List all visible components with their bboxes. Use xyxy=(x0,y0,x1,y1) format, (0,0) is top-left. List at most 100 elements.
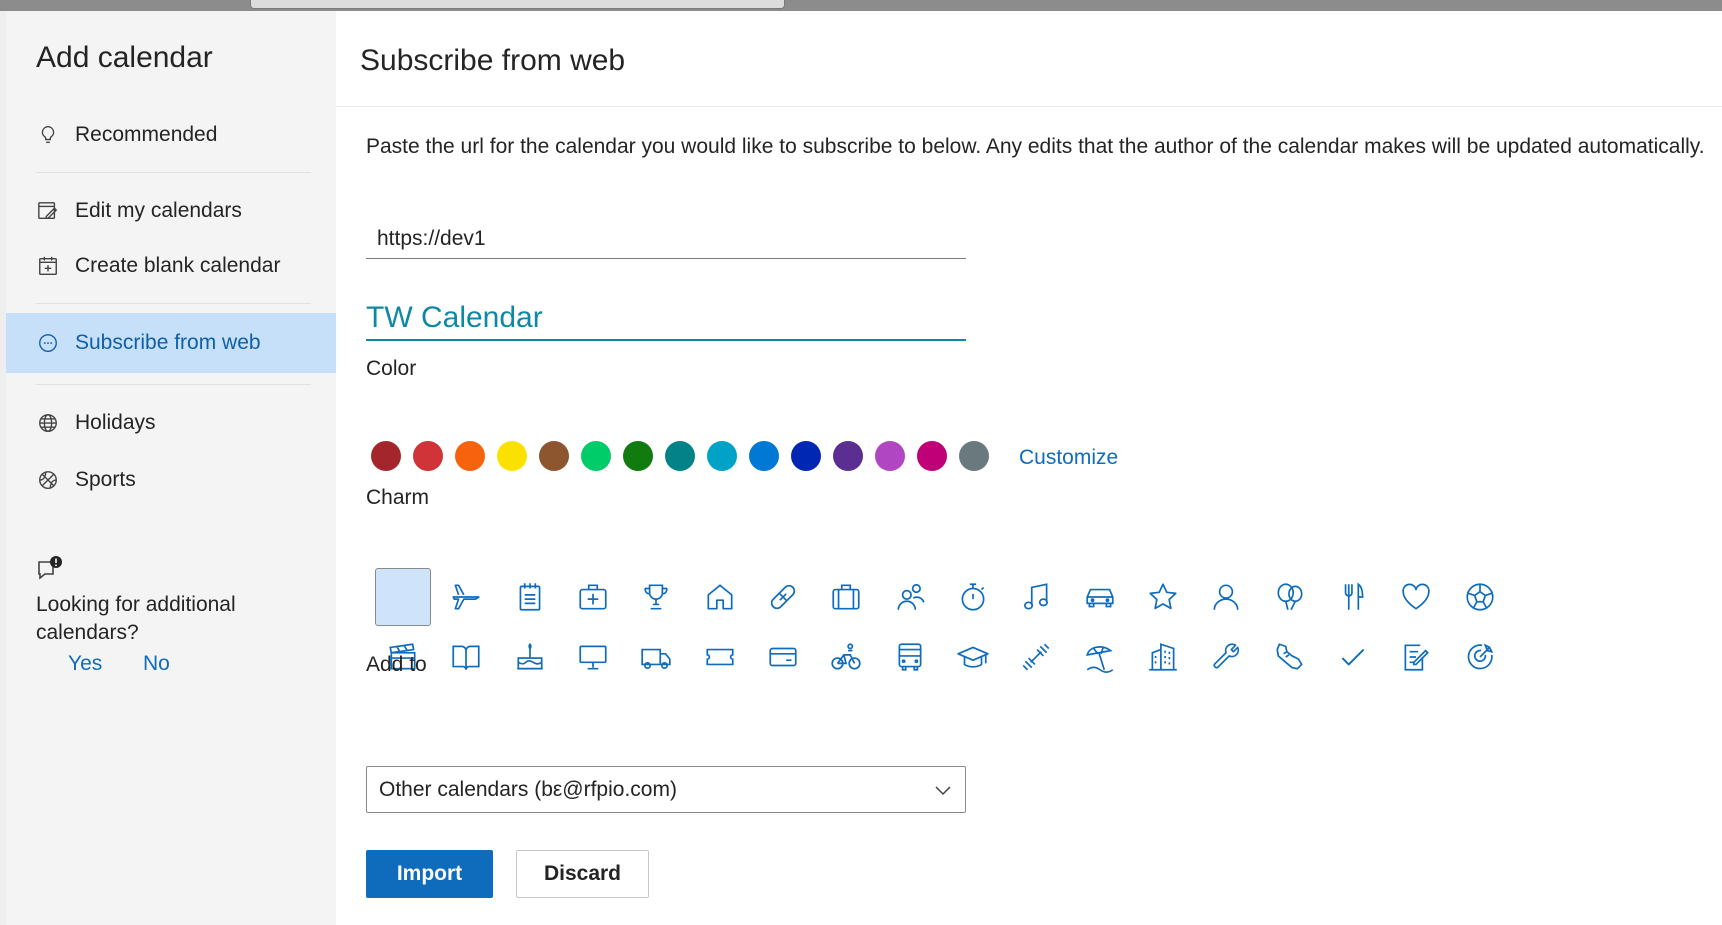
customize-color-link[interactable]: Customize xyxy=(1019,446,1118,470)
color-swatch[interactable] xyxy=(497,441,527,471)
sidebar-item-holidays[interactable]: Holidays xyxy=(6,394,336,452)
charm-music-note[interactable] xyxy=(1008,568,1064,626)
people-icon xyxy=(897,583,925,610)
sidebar-item-label: Edit my calendars xyxy=(75,199,242,222)
charm-airplane[interactable] xyxy=(438,568,494,626)
charm-checkmark[interactable] xyxy=(1325,628,1381,686)
charm-bus[interactable] xyxy=(882,628,938,686)
charm-stopwatch[interactable] xyxy=(945,568,1001,626)
truck-icon xyxy=(641,648,672,670)
charm-note-edit[interactable] xyxy=(1388,628,1444,686)
note-edit-icon xyxy=(1404,644,1430,671)
sidebar-item-edit-calendars[interactable]: Edit my calendars xyxy=(6,182,336,240)
charm-notepad[interactable] xyxy=(502,568,558,626)
calendar-name-input[interactable] xyxy=(366,296,966,341)
charm-ticket[interactable] xyxy=(692,628,748,686)
charm-book[interactable] xyxy=(438,628,494,686)
color-label: Color xyxy=(366,357,417,380)
charm-graduation-cap[interactable] xyxy=(945,628,1001,686)
addto-select[interactable]: Other calendars (bε@rfpio.com) xyxy=(366,766,966,813)
balloon-icon xyxy=(1277,583,1303,611)
target-icon xyxy=(1467,643,1494,670)
chevron-down-icon xyxy=(935,786,951,796)
charm-dumbbell[interactable] xyxy=(1008,628,1064,686)
notepad-icon xyxy=(519,583,541,611)
charm-medical-kit[interactable] xyxy=(565,568,621,626)
sidebar: Add calendar Recommended Edit my calenda… xyxy=(6,11,336,925)
sidebar-item-subscribe-web[interactable]: Subscribe from web xyxy=(6,313,336,373)
charm-heart[interactable] xyxy=(1388,568,1444,626)
color-swatch[interactable] xyxy=(413,441,443,471)
charm-trophy[interactable] xyxy=(628,568,684,626)
color-swatch[interactable] xyxy=(581,441,611,471)
globe-icon xyxy=(36,411,60,435)
cake-icon xyxy=(517,643,543,670)
charm-none[interactable] xyxy=(375,568,432,626)
color-swatch[interactable] xyxy=(959,441,989,471)
charm-target[interactable] xyxy=(1452,628,1508,686)
charm-cake[interactable] xyxy=(502,628,558,686)
ticket-icon xyxy=(706,648,734,666)
charm-bicycle[interactable] xyxy=(818,628,874,686)
sidebar-item-create-blank[interactable]: Create blank calendar xyxy=(6,237,336,295)
stopwatch-icon xyxy=(961,583,985,611)
charm-soccer-ball[interactable] xyxy=(1452,568,1508,626)
color-swatch[interactable] xyxy=(665,441,695,471)
dumbbell-icon xyxy=(1023,643,1050,671)
calendar-url-input[interactable] xyxy=(366,219,966,259)
charm-car[interactable] xyxy=(1072,568,1128,626)
home-icon xyxy=(707,584,733,610)
charm-building[interactable] xyxy=(1135,628,1191,686)
color-swatch[interactable] xyxy=(791,441,821,471)
color-swatch[interactable] xyxy=(371,441,401,471)
sidebar-item-label: Recommended xyxy=(75,123,218,146)
help-no-link[interactable]: No xyxy=(143,652,170,676)
checkmark-icon xyxy=(1341,648,1365,666)
header-divider xyxy=(336,106,1722,107)
charm-home[interactable] xyxy=(692,568,748,626)
sidebar-item-sports[interactable]: Sports xyxy=(6,451,336,509)
charm-fork-knife[interactable] xyxy=(1325,568,1381,626)
addto-selected-value: Other calendars (bε@rfpio.com) xyxy=(379,777,677,801)
medical-kit-icon xyxy=(579,584,607,610)
color-swatch[interactable] xyxy=(707,441,737,471)
discard-button[interactable]: Discard xyxy=(516,850,649,898)
charm-person[interactable] xyxy=(1198,568,1254,626)
color-swatch[interactable] xyxy=(539,441,569,471)
divider xyxy=(36,384,311,385)
sidebar-item-label: Sports xyxy=(75,468,136,491)
person-icon xyxy=(1213,584,1239,610)
charm-bandage[interactable] xyxy=(755,568,811,626)
charm-credit-card[interactable] xyxy=(755,628,811,686)
charm-balloon[interactable] xyxy=(1262,568,1318,626)
trophy-icon xyxy=(644,584,669,610)
color-swatch[interactable] xyxy=(623,441,653,471)
addto-label: Add to xyxy=(366,653,427,676)
charm-sneaker[interactable] xyxy=(1262,628,1318,686)
star-icon xyxy=(1149,583,1177,610)
color-swatch[interactable] xyxy=(455,441,485,471)
color-swatch[interactable] xyxy=(917,441,947,471)
color-swatch[interactable] xyxy=(749,441,779,471)
color-swatch[interactable] xyxy=(833,441,863,471)
color-swatch[interactable] xyxy=(875,441,905,471)
charm-people[interactable] xyxy=(882,568,938,626)
charm-briefcase[interactable] xyxy=(818,568,874,626)
lightbulb-icon xyxy=(36,123,60,147)
chat-alert-icon xyxy=(36,556,66,584)
link-circle-icon xyxy=(36,331,60,355)
sidebar-item-recommended[interactable]: Recommended xyxy=(6,106,336,164)
charm-wrench[interactable] xyxy=(1198,628,1254,686)
basketball-icon xyxy=(36,468,60,492)
bicycle-icon xyxy=(831,643,862,670)
charm-star[interactable] xyxy=(1135,568,1191,626)
import-button[interactable]: Import xyxy=(366,850,493,898)
edit-calendar-icon xyxy=(36,199,60,223)
charm-monitor[interactable] xyxy=(565,628,621,686)
divider xyxy=(36,172,311,173)
charm-beach[interactable] xyxy=(1072,628,1128,686)
help-yes-link[interactable]: Yes xyxy=(68,652,102,676)
add-calendar-dialog: Add calendar Recommended Edit my calenda… xyxy=(6,11,1722,925)
divider xyxy=(36,303,311,304)
charm-truck[interactable] xyxy=(628,628,684,686)
